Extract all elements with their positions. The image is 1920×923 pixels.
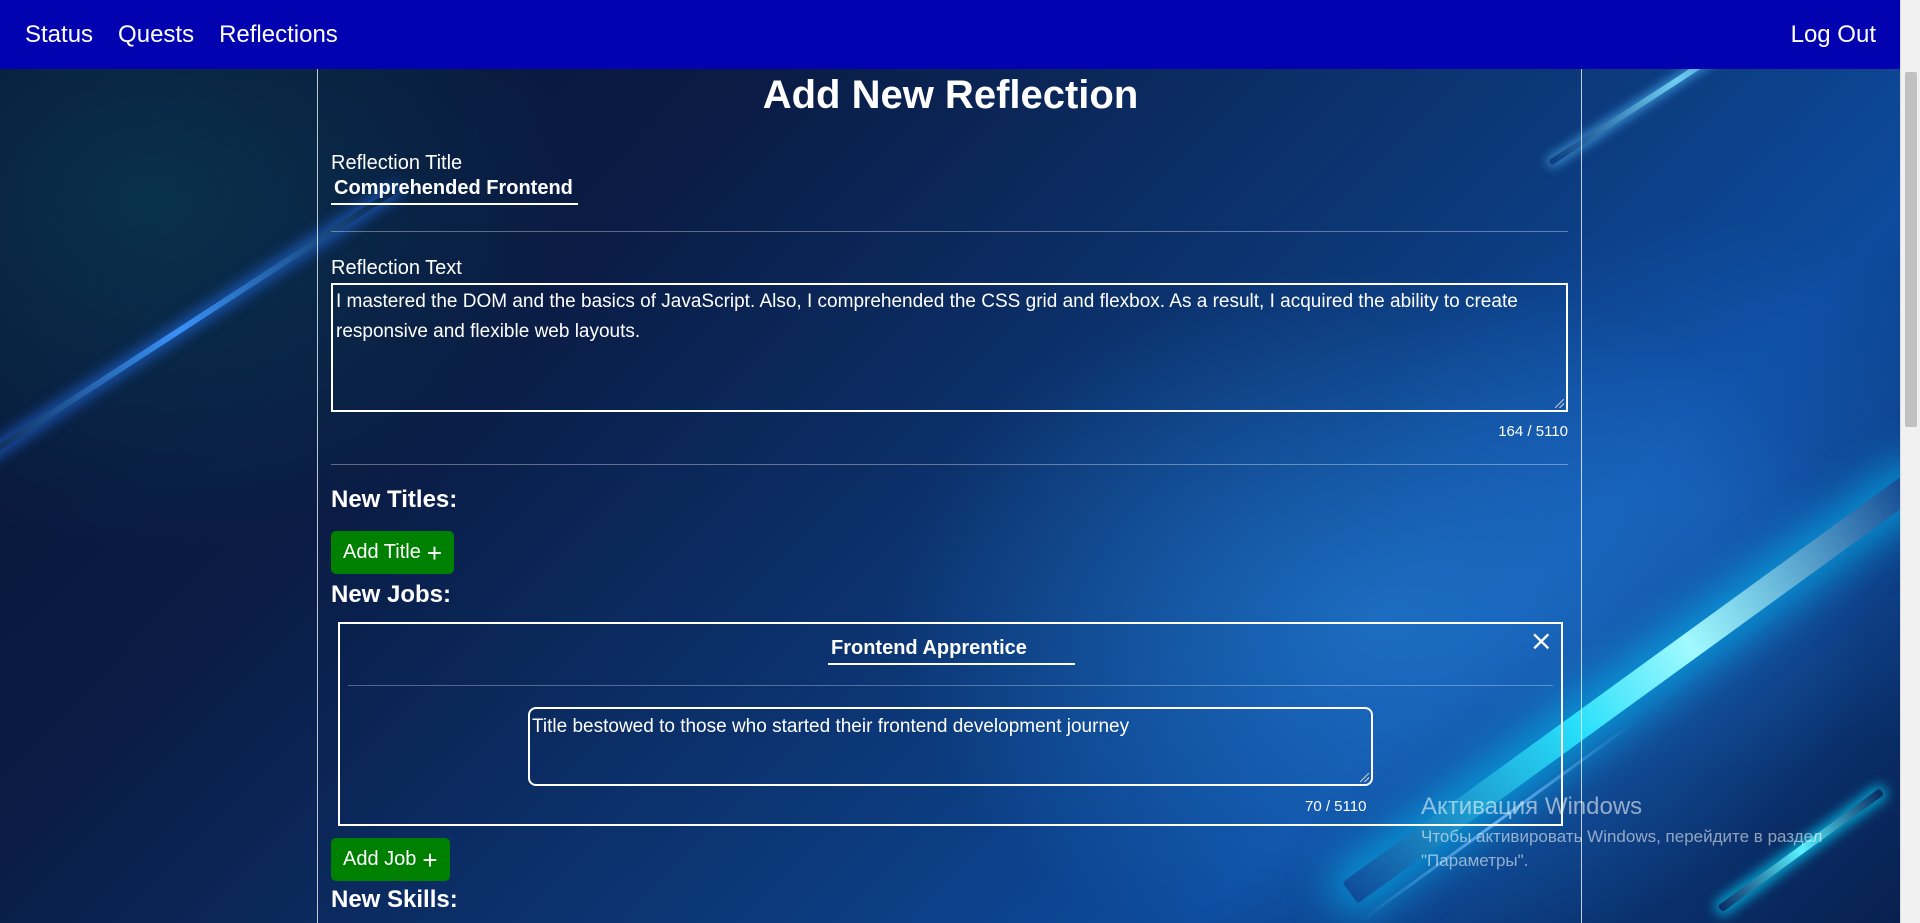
reflection-text-value: I mastered the DOM and the basics of Jav… — [336, 291, 1518, 342]
scrollbar-thumb[interactable] — [1905, 72, 1917, 427]
add-job-button[interactable]: Add Job + — [331, 838, 450, 881]
add-title-button[interactable]: Add Title + — [331, 531, 455, 574]
reflection-text-label: Reflection Text — [331, 257, 462, 279]
resize-handle-icon[interactable] — [1555, 399, 1564, 408]
reflection-title-input[interactable]: Comprehended Frontend B — [331, 177, 578, 205]
resize-handle-icon[interactable] — [1360, 773, 1369, 782]
divider — [331, 231, 1568, 232]
new-titles-heading: New Titles: — [331, 486, 458, 513]
page-title: Add New Reflection — [762, 73, 1139, 117]
job-description-value: Title bestowed to those who started thei… — [532, 716, 1130, 737]
nav-link-status[interactable]: Status — [25, 21, 93, 49]
watermark-line-1: Чтобы активировать Windows, перейдите в … — [1421, 827, 1823, 846]
job-description-counter: 70 / 5110 — [1305, 798, 1367, 815]
job-card: × Frontend Apprentice Title bestowed to … — [338, 622, 1563, 826]
watermark-line-2: "Параметры". — [1421, 851, 1529, 870]
job-name-input[interactable]: Frontend Apprentice — [828, 635, 1075, 665]
top-navbar: Status Quests Reflections Log Out — [0, 0, 1900, 69]
watermark-title: Активация Windows — [1421, 793, 1643, 820]
logout-link[interactable]: Log Out — [1791, 21, 1876, 49]
reflection-title-label: Reflection Title — [331, 152, 463, 174]
plus-icon: + — [422, 844, 438, 875]
divider — [348, 685, 1553, 686]
reflection-text-counter: 164 / 5110 — [1498, 423, 1568, 440]
nav-link-reflections[interactable]: Reflections — [219, 21, 338, 49]
reflection-form: Add New Reflection Reflection Title Comp… — [317, 69, 1582, 923]
new-skills-heading: New Skills: — [331, 886, 458, 913]
close-icon[interactable]: × — [1530, 627, 1553, 655]
nav-link-quests[interactable]: Quests — [118, 21, 194, 49]
windows-activation-watermark: Активация Windows Чтобы активировать Win… — [1421, 793, 1822, 873]
job-description-area[interactable]: Title bestowed to those who started thei… — [528, 707, 1373, 786]
add-job-label: Add Job — [343, 848, 417, 870]
vertical-scrollbar[interactable] — [1900, 0, 1920, 923]
new-jobs-heading: New Jobs: — [331, 581, 452, 608]
add-title-label: Add Title — [343, 541, 421, 563]
reflection-text-area[interactable]: I mastered the DOM and the basics of Jav… — [331, 283, 1568, 412]
divider — [331, 464, 1568, 465]
plus-icon: + — [426, 537, 443, 568]
